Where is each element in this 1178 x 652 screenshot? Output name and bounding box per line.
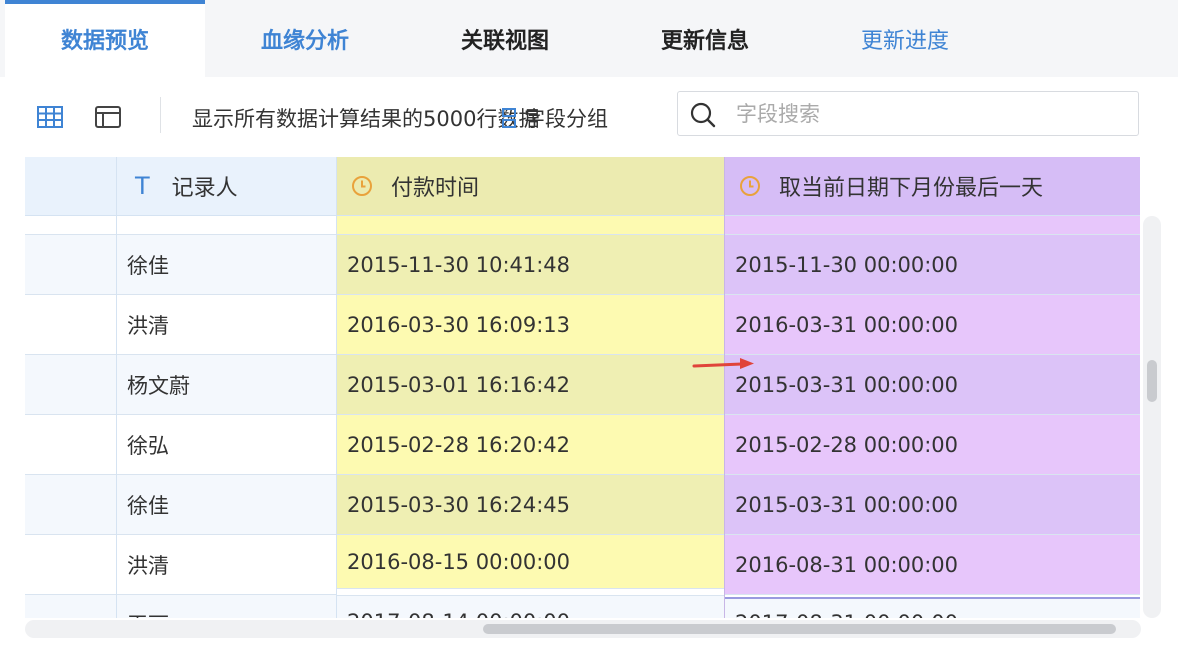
table-cell: 徐佳 [117,475,337,535]
data-table: T 记录人 徐佳 洪清 杨文蔚 徐弘 徐佳 洪清 王丽 付款时间 2015-11… [25,157,1140,618]
index-column [25,157,116,618]
column-header-label: 取当前日期下月份最后一天 [779,176,1044,201]
tab-update-info[interactable]: 更新信息 [605,0,805,77]
field-search-box[interactable] [677,91,1139,136]
tab-update-progress[interactable]: 更新进度 [805,0,1005,77]
month-end-column-header[interactable]: 取当前日期下月份最后一天 [725,157,1140,216]
table-cell [337,216,725,235]
layout-icon[interactable] [95,104,121,130]
vertical-scrollbar[interactable] [1143,216,1161,618]
table-row [25,216,116,235]
grid-icon[interactable] [37,104,63,130]
table-row [25,415,116,475]
field-group-label: 字段分组 [524,107,608,131]
table-row [25,295,116,355]
tab-lineage-analysis[interactable]: 血缘分析 [205,0,405,77]
table-cell: 2017-08-31 00:00:00 [725,597,1140,618]
table-cell: 2015-11-30 10:41:48 [337,235,725,295]
table-cell: 2015-03-01 16:16:42 [337,355,725,415]
table-cell: 洪清 [117,535,337,595]
table-cell: 2017-08-14 00:00:00 [337,595,725,618]
table-cell: 徐佳 [117,235,337,295]
table-cell: 王丽 [117,595,337,618]
recorder-column: T 记录人 徐佳 洪清 杨文蔚 徐弘 徐佳 洪清 王丽 [116,157,337,618]
table-cell: 2015-03-31 00:00:00 [725,475,1140,535]
clock-icon [351,175,373,197]
table-cell: 2016-08-31 00:00:00 [725,535,1140,595]
tab-data-preview[interactable]: 数据预览 [5,0,205,77]
table-cell: 徐弘 [117,415,337,475]
tab-bar: 数据预览 血缘分析 关联视图 更新信息 更新进度 [0,0,1178,77]
horizontal-scroll-thumb[interactable] [483,624,1116,634]
column-header-label: 付款时间 [391,176,480,201]
table-cell [725,216,1140,235]
table-cell: 杨文蔚 [117,355,337,415]
table-cell: 2015-02-28 16:20:42 [337,415,725,475]
table-row [25,475,116,535]
table-row [25,355,116,415]
table-row [25,235,116,295]
field-group-button[interactable]: 字段分组 [498,103,608,133]
table-cell: 2015-11-30 00:00:00 [725,235,1140,295]
table-cell: 2016-08-15 00:00:00 [337,535,725,589]
table-row [25,535,116,595]
month-end-column: 取当前日期下月份最后一天 2015-11-30 00:00:00 2016-03… [724,157,1140,618]
horizontal-scrollbar[interactable] [25,620,1141,638]
column-header-label: 记录人 [171,176,238,201]
recorder-column-header[interactable]: T 记录人 [117,157,337,216]
toolbar: 显示所有数据计算结果的5000行数据 字段分组 [0,77,1178,157]
table-cell: 2016-03-31 00:00:00 [725,295,1140,355]
search-icon [690,102,716,128]
table-cell: 2015-03-31 00:00:00 [725,355,1140,415]
table-cell: 洪清 [117,295,337,355]
table-cell: 2015-02-28 00:00:00 [725,415,1140,475]
text-type-icon: T [135,172,150,200]
payment-time-column: 付款时间 2015-11-30 10:41:48 2016-03-30 16:0… [336,157,725,618]
table-cell: 2015-03-30 16:24:45 [337,475,725,535]
tab-relation-view[interactable]: 关联视图 [405,0,605,77]
clock-icon [739,175,761,197]
payment-time-column-header[interactable]: 付款时间 [337,157,725,216]
search-input[interactable] [734,98,1118,130]
vertical-scroll-thumb[interactable] [1147,360,1157,402]
annotation-arrow-icon [692,358,754,369]
table-cell: 2016-03-30 16:09:13 [337,295,725,355]
toolbar-divider [160,97,161,133]
data-info-text: 显示所有数据计算结果的5000行数据 [192,107,540,131]
field-group-icon [502,108,516,128]
table-cell [117,216,337,235]
index-column-header [25,157,116,216]
table-row [25,595,116,618]
